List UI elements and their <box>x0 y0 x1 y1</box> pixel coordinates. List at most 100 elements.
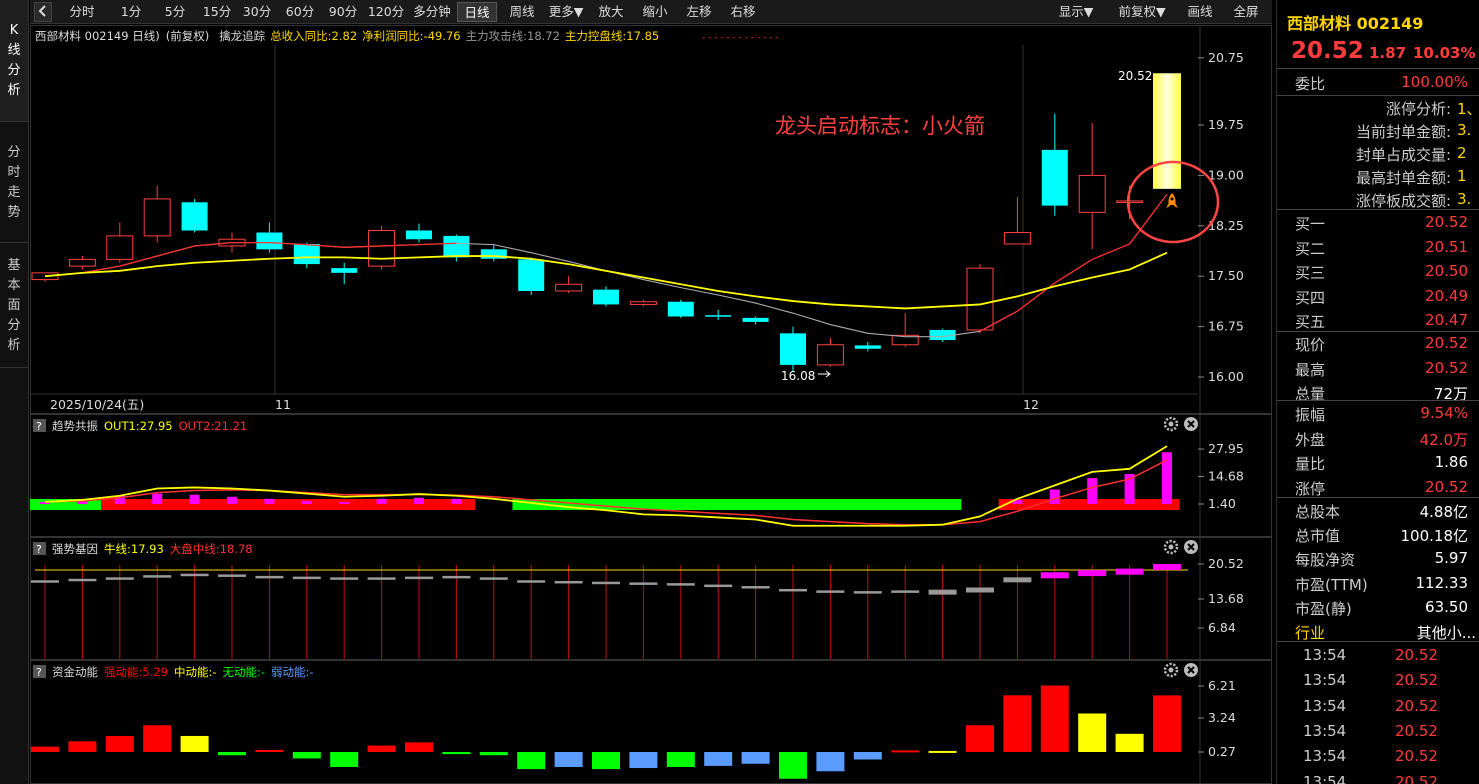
period-button[interactable]: 多分钟 <box>411 2 453 22</box>
stat-row-value: 1.86 <box>1434 453 1468 471</box>
momentum-bar <box>442 752 471 755</box>
limit-up-analysis-row: 涨停分析: 1、据 <box>1277 96 1479 119</box>
analysis-label: 当前封单金额: <box>1355 123 1451 141</box>
momentum-bar <box>853 752 882 760</box>
gene-bar <box>68 578 97 582</box>
close-icon[interactable] <box>1184 540 1198 554</box>
gene-bar <box>1153 564 1181 570</box>
momentum-bar <box>666 752 695 767</box>
period-button[interactable]: 1分 <box>112 2 150 22</box>
close-icon[interactable] <box>1184 663 1198 677</box>
gene-bar <box>629 582 658 585</box>
signal-dots: - - - - - - - - - - - - - <box>702 33 779 43</box>
x-tick-label: 11 <box>275 397 291 412</box>
chart-action-button[interactable]: 右移 <box>722 2 764 22</box>
stat-row: 量比 1.86 <box>1277 450 1479 475</box>
fundamental-row: 每股净资 5.97 <box>1277 546 1479 571</box>
gene-bar <box>554 580 583 584</box>
momentum-bar <box>779 752 807 779</box>
momentum-bar <box>218 752 246 756</box>
series-label: 中动能:- <box>174 665 217 679</box>
candle <box>293 242 320 269</box>
fundamental-row: 市盈(TTM) 112.33 <box>1277 571 1479 596</box>
panel-frame <box>30 25 1272 414</box>
period-button[interactable]: 周线 <box>502 2 542 22</box>
tick-row: 13:54 20.52 <box>1277 744 1479 769</box>
trend-bar <box>414 497 424 504</box>
rocket-icon <box>1166 193 1178 208</box>
analysis-label: 涨停分析: <box>1385 100 1451 118</box>
fundamental-row-value: 4.88亿 <box>1419 503 1468 521</box>
trend-bar <box>451 498 462 504</box>
period-button[interactable]: 90分 <box>325 2 361 22</box>
bid-row: 买三 20.50 <box>1277 259 1479 284</box>
chart-title: 西部材料 002149 日线) <box>35 29 160 43</box>
left-tab-0[interactable]: K线分析 <box>0 0 28 122</box>
left-tab-2[interactable]: 基本面分析 <box>0 244 28 368</box>
tick-row: 13:54 20.52 <box>1277 643 1479 668</box>
y-tick-label: 16.75 <box>1208 319 1244 334</box>
gene-bar <box>1078 570 1107 577</box>
fundamental-row-value: 63.50 <box>1425 597 1468 616</box>
y-tick-label: 6.21 <box>1208 678 1236 693</box>
limit-up-analysis-row: 最高封单金额: 1 <box>1277 165 1479 188</box>
y-tick-label: 14.68 <box>1208 469 1244 484</box>
adjust-dropdown[interactable]: 前复权▼ <box>1110 2 1174 22</box>
gear-icon[interactable] <box>1163 662 1179 678</box>
close-icon[interactable] <box>1184 417 1198 431</box>
tick-price: 20.52 <box>1395 671 1438 690</box>
gear-icon[interactable] <box>1163 416 1179 432</box>
period-button[interactable]: 30分 <box>238 2 276 22</box>
period-button[interactable]: 60分 <box>281 2 319 22</box>
trend-bar <box>189 494 200 504</box>
tick-time: 13:54 <box>1303 696 1347 715</box>
help-icon-glyph: ? <box>36 420 42 433</box>
analysis-label: 最高封单金额: <box>1355 169 1451 187</box>
momentum-bar <box>704 752 733 766</box>
period-button[interactable]: 120分 <box>366 2 406 22</box>
chart-action-button[interactable]: 缩小 <box>634 2 676 22</box>
high-price-label: 20.52 <box>1118 69 1152 83</box>
fundamental-row: 总市值 100.18亿 <box>1277 522 1479 547</box>
fundamental-row-value: 5.97 <box>1434 549 1468 568</box>
period-button[interactable]: 15分 <box>198 2 236 22</box>
fullscreen-button[interactable]: 全屏 <box>1226 2 1266 22</box>
left-tab-1[interactable]: 分时走势 <box>0 123 28 243</box>
divider <box>1277 641 1479 642</box>
gene-bar <box>218 574 246 577</box>
chart-action-button[interactable]: 左移 <box>678 2 720 22</box>
fundamental-row-label: 每股净资 <box>1295 551 1356 570</box>
candle <box>443 234 470 262</box>
period-button[interactable]: 分时 <box>61 2 103 22</box>
bid-row-label: 买五 <box>1295 313 1326 331</box>
chart-action-button[interactable]: 放大 <box>590 2 632 22</box>
limit-up-analysis-row: 封单占成交量: 2 <box>1277 142 1479 165</box>
stat-row: 涨停 20.52 <box>1277 475 1479 500</box>
candle <box>705 309 732 320</box>
fundamental-row: 市盈(静) 63.50 <box>1277 595 1479 620</box>
more-periods-dropdown[interactable]: 更多▼ <box>543 2 589 22</box>
y-tick-label: 17.50 <box>1208 268 1244 283</box>
display-dropdown[interactable]: 显示▼ <box>1050 2 1102 22</box>
indicator-name: 擒龙追踪 <box>219 29 265 43</box>
gene-bar <box>405 576 433 580</box>
draw-line-button[interactable]: 画线 <box>1180 2 1220 22</box>
candle <box>331 262 358 285</box>
out1-line <box>44 445 1168 527</box>
series-label: 大盘中线:18.78 <box>170 542 253 556</box>
fundamental-row-label: 总股本 <box>1295 503 1341 521</box>
back-button[interactable] <box>34 2 52 22</box>
left-tab-char: 分 <box>7 62 21 78</box>
gene-bar <box>928 589 957 595</box>
left-tab-char: 本 <box>7 277 21 293</box>
stat-row-value: 20.52 <box>1425 477 1468 496</box>
y-tick-label: 27.95 <box>1208 441 1244 456</box>
gene-bar <box>255 575 284 579</box>
period-button[interactable]: 5分 <box>157 2 193 22</box>
gear-icon[interactable] <box>1163 539 1179 555</box>
series-label: 弱动能:- <box>271 665 314 679</box>
period-button[interactable]: 日线 <box>457 2 497 22</box>
trend-bar <box>264 498 275 504</box>
weibi-row: 委比 100.00% <box>1277 70 1479 95</box>
quote-row-value: 20.52 <box>1425 358 1468 377</box>
